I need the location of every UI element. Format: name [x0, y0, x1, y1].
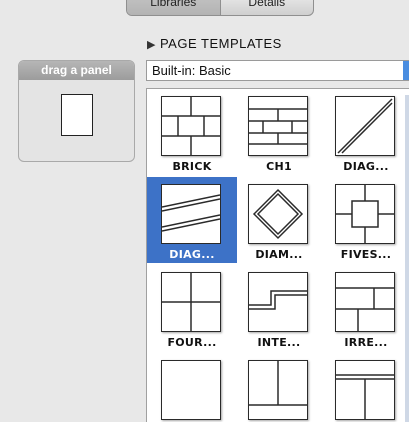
- template-set-select[interactable]: Built-in: Basic: [146, 60, 409, 81]
- template-tile-diamond[interactable]: DIAM...: [234, 177, 324, 263]
- tab-libraries[interactable]: Libraries: [127, 0, 221, 15]
- template-tile-pillar[interactable]: [234, 353, 324, 422]
- template-tile-diagonal-1[interactable]: DIAG...: [321, 89, 409, 175]
- template-tile-ch1[interactable]: CH1: [234, 89, 324, 175]
- panel-page-icon[interactable]: [61, 94, 93, 136]
- tab-details[interactable]: Details: [221, 0, 314, 15]
- view-segmented-control: Libraries Details: [126, 0, 314, 16]
- template-tile-brick[interactable]: BRICK: [147, 89, 237, 175]
- fives-layout-icon: [335, 184, 395, 244]
- template-label: FOUR...: [167, 336, 217, 349]
- pillar-layout-icon: [248, 360, 308, 420]
- diagonal-strips-layout-icon: [161, 184, 221, 244]
- select-arrow-icon[interactable]: [403, 61, 409, 80]
- template-tile-interlock[interactable]: INTE...: [234, 265, 324, 351]
- irregular-layout-icon: [335, 272, 395, 332]
- drag-panel-well[interactable]: drag a panel: [18, 60, 135, 162]
- template-label: DIAG...: [343, 160, 389, 173]
- drag-panel-title: drag a panel: [19, 61, 134, 80]
- template-tile-four[interactable]: FOUR...: [147, 265, 237, 351]
- section-title: PAGE TEMPLATES: [159, 36, 282, 51]
- diamond-layout-icon: [248, 184, 308, 244]
- single-panel-layout-icon: [161, 360, 221, 420]
- pillars-layout-icon: [335, 360, 395, 420]
- disclosure-triangle-icon[interactable]: ▶: [147, 39, 156, 51]
- four-panel-layout-icon: [161, 272, 221, 332]
- brick-layout-icon: [161, 96, 221, 156]
- template-tile-diagonal-2[interactable]: DIAG...: [147, 177, 237, 263]
- template-label: FIVES...: [340, 248, 392, 261]
- ch1-layout-icon: [248, 96, 308, 156]
- template-label: INTE...: [257, 336, 301, 349]
- interlock-layout-icon: [248, 272, 308, 332]
- page-templates-header[interactable]: ▶ PAGE TEMPLATES: [147, 36, 282, 51]
- vertical-scrollbar[interactable]: [405, 95, 409, 422]
- template-label: DIAG...: [169, 248, 215, 261]
- template-label: CH1: [266, 160, 292, 173]
- template-tile-fives[interactable]: FIVES...: [321, 177, 409, 263]
- template-tile-pillars[interactable]: [321, 353, 409, 422]
- templates-grid: BRICK CH1 DIAG... DIAG... DIAM... FIVES.…: [146, 88, 409, 422]
- select-value: Built-in: Basic: [152, 63, 231, 78]
- template-label: DIAM...: [255, 248, 303, 261]
- diagonal-layout-icon: [335, 96, 395, 156]
- template-label: IRRE...: [344, 336, 388, 349]
- template-label: BRICK: [172, 160, 212, 173]
- template-tile-single[interactable]: [147, 353, 237, 422]
- template-tile-irregular[interactable]: IRRE...: [321, 265, 409, 351]
